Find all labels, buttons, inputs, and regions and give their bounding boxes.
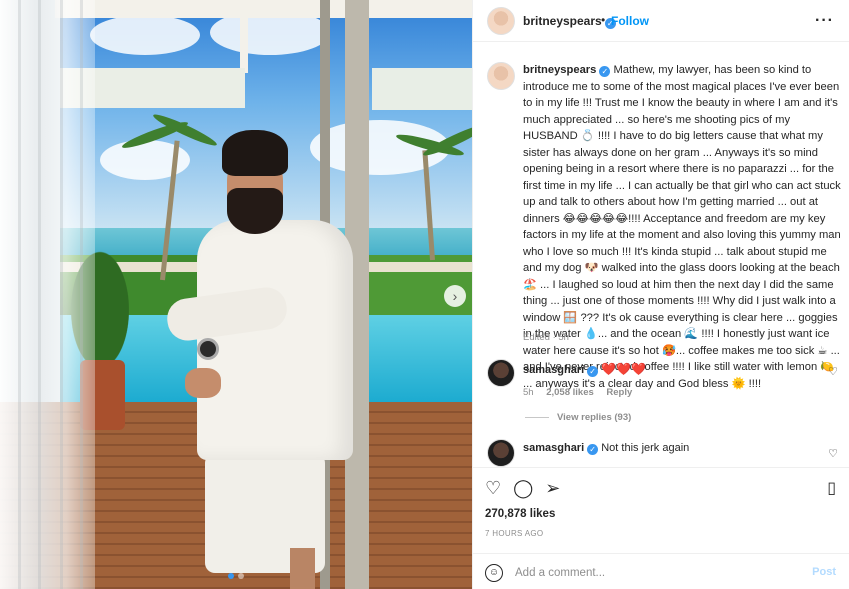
author-avatar[interactable] — [487, 7, 515, 35]
like-heart-icon[interactable]: ♡ — [485, 478, 501, 499]
comment-like-heart-icon[interactable]: ♡ — [828, 447, 838, 460]
verified-badge-icon: ✓ — [587, 444, 599, 455]
caption-edited-time: Edited · 5h — [523, 332, 569, 343]
post-photo[interactable]: › — [0, 0, 472, 589]
post-caption: britneyspears ✓ Mathew, my lawyer, has be… — [523, 62, 841, 392]
post-likes-count[interactable]: 270,878 likes — [485, 508, 555, 520]
commenter-avatar[interactable] — [487, 439, 515, 467]
carousel-dots — [228, 573, 244, 579]
post-panel: britneyspears ✓ • Follow ··· britneyspear… — [472, 0, 849, 589]
comment-username[interactable]: samasghari ✓ — [523, 364, 599, 377]
chevron-right-icon: › — [452, 288, 458, 304]
header-separator: • — [601, 13, 606, 27]
emoji-icon[interactable]: ☺ — [485, 564, 503, 582]
verified-badge-icon: ✓ — [599, 66, 611, 77]
comment-time: 5h — [523, 387, 534, 398]
comment-body: ❤️❤️❤️ — [601, 362, 647, 376]
more-horizontal-icon[interactable]: ··· — [815, 12, 834, 30]
comment-text: samasghari ✓ Not this jerk again — [523, 442, 689, 455]
commenter-avatar[interactable] — [487, 359, 515, 387]
follow-button[interactable]: Follow — [611, 14, 649, 28]
caption-username[interactable]: britneyspears ✓ — [523, 64, 611, 77]
carousel-dot-active — [228, 573, 234, 579]
bookmark-icon[interactable]: ▯ — [827, 478, 836, 498]
reply-button[interactable]: Reply — [606, 387, 632, 398]
action-icons: ♡ ◯ ➢ — [485, 478, 560, 499]
verified-badge-icon: ✓ — [587, 366, 599, 377]
photo-person — [164, 128, 365, 589]
add-comment-bar: ☺ Post — [473, 553, 849, 589]
comment-bubble-icon[interactable]: ◯ — [513, 478, 533, 499]
caption-avatar[interactable] — [487, 62, 515, 90]
comment-likes[interactable]: 2,058 likes — [546, 387, 594, 398]
comment-text: samasghari ✓ ❤️❤️❤️ — [523, 362, 646, 377]
comment-meta: 5h 2,058 likes Reply — [523, 387, 642, 398]
carousel-dot — [238, 573, 244, 579]
comment-username[interactable]: samasghari ✓ — [523, 442, 599, 455]
comment-like-heart-icon[interactable]: ♡ — [828, 365, 838, 378]
add-comment-input[interactable] — [515, 563, 765, 583]
next-photo-button[interactable]: › — [444, 285, 466, 307]
share-send-icon[interactable]: ➢ — [545, 478, 560, 499]
comment-body: Not this jerk again — [601, 442, 690, 454]
photo-curtain — [0, 0, 95, 589]
post-header: britneyspears ✓ • Follow ··· — [473, 0, 849, 42]
post-actions: ♡ ◯ ➢ ▯ 270,878 likes 7 HOURS AGO ☺ Post — [473, 467, 849, 583]
replies-divider-line — [525, 416, 549, 418]
post-timestamp[interactable]: 7 HOURS AGO — [485, 529, 543, 538]
view-replies-button[interactable]: View replies (93) — [525, 412, 631, 423]
caption-text: Mathew, my lawyer, has been so kind to i… — [523, 64, 841, 390]
post-comment-button[interactable]: Post — [812, 566, 836, 578]
